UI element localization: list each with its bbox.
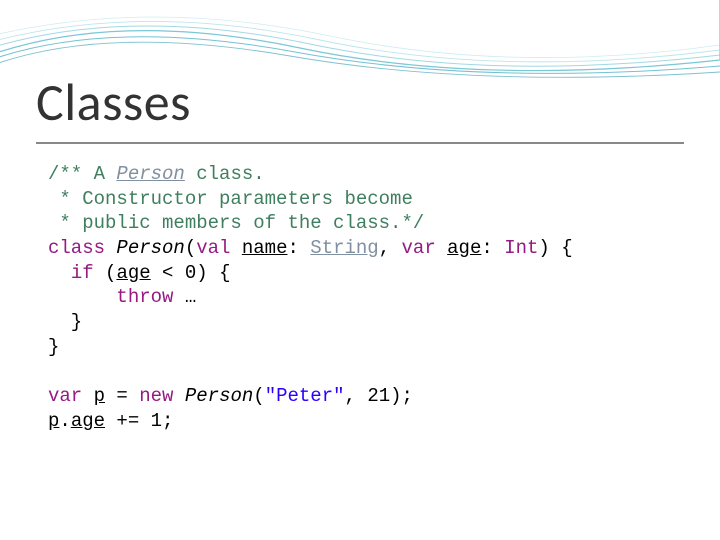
comment-line: * Constructor parameters become [48,188,413,210]
field-age: age [447,237,481,259]
field-name: name [242,237,288,259]
ctor-call: Person [185,385,253,407]
indent [48,286,116,308]
class-name: Person [116,237,184,259]
kw-class: class [48,237,105,259]
condition: < 0) { [151,262,231,284]
kw-throw: throw [116,286,173,308]
dot: . [59,410,70,432]
indent [48,262,71,284]
code-block: /** A Person class. * Constructor parame… [48,162,573,434]
field-age: age [116,262,150,284]
space [82,385,93,407]
comment-text: class. [185,163,265,185]
paren: ( [94,262,117,284]
type-int: Int [504,237,538,259]
comment-class-ref: Person [116,163,184,185]
slide-title: Classes [36,70,191,134]
kw-var: var [48,385,82,407]
colon: : [287,237,310,259]
field-age: age [71,410,105,432]
paren: ( [185,237,196,259]
brace: } [48,336,59,358]
type-string: String [310,237,378,259]
kw-new: new [139,385,173,407]
args: , 21); [345,385,413,407]
comma: , [379,237,402,259]
equals: = [105,385,139,407]
colon: : [481,237,504,259]
kw-if: if [71,262,94,284]
space [230,237,241,259]
var-p: p [94,385,105,407]
stmt: += 1; [105,410,173,432]
space [436,237,447,259]
var-p: p [48,410,59,432]
brace: ) { [538,237,572,259]
paren: ( [253,385,264,407]
space [173,385,184,407]
kw-var: var [402,237,436,259]
brace: } [48,311,82,333]
comment-text: /** A [48,163,116,185]
kw-val: val [196,237,230,259]
title-underline [36,142,684,144]
ellipsis: … [173,286,196,308]
string-literal: "Peter" [265,385,345,407]
comment-line: * public members of the class.*/ [48,212,424,234]
